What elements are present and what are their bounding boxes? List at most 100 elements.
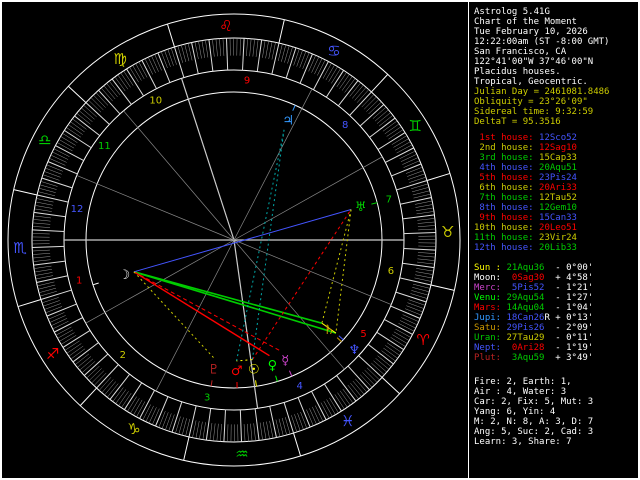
house-row: 8th house: 12Gem10 xyxy=(474,203,577,213)
aspect-line-moon-uranus xyxy=(133,208,352,273)
planet-sun-tick xyxy=(255,380,257,387)
house-number-2: 2 xyxy=(120,350,126,361)
house-number-6: 6 xyxy=(388,266,394,277)
house-cusp-2 xyxy=(85,239,235,324)
house-row: 7th house: 12Tau52 xyxy=(474,193,577,203)
stat-line: Fire: 2, Earth: 1, xyxy=(474,377,572,387)
sign-cancer-glyph: ♋ xyxy=(327,42,340,60)
house-number-7: 7 xyxy=(386,195,392,206)
header-line: DeltaT = 95.3516 xyxy=(474,117,561,127)
planet-row: Mars: 14Aqu04 - 1°04' xyxy=(474,303,594,313)
house-cusp-8 xyxy=(233,156,383,241)
house-row: 10th house: 20Leo51 xyxy=(474,223,577,233)
house-cusp-10 xyxy=(180,78,235,241)
header-line: Placidus houses. xyxy=(474,67,561,77)
house-row: 4th house: 20Aqu51 xyxy=(474,163,577,173)
planet-jupiter-tick xyxy=(292,105,296,111)
planet-sun-glyph: ☉ xyxy=(248,362,260,377)
house-cusp-3 xyxy=(155,239,235,392)
aspect-line-uranus-saturn xyxy=(321,209,352,324)
house-row: 12th house: 20Lib33 xyxy=(474,243,577,253)
house-cusp-list: 1st house: 12Sco52 2nd house: 12Sag10 3r… xyxy=(474,133,640,253)
house-row: 9th house: 15Can33 xyxy=(474,213,577,223)
header-line: San Francisco, CA xyxy=(474,47,567,57)
header-line: Tropical, Geocentric. xyxy=(474,77,588,87)
header-line: Julian Day = 2461081.8486 xyxy=(474,87,610,97)
chart-header: Astrolog 5.41G Chart of the Moment Tue Feb… xyxy=(474,7,640,127)
planet-row: Uran: 27Tau29 - 0°11' xyxy=(474,333,594,343)
chart-statistics: Fire: 2, Earth: 1, Air : 4, Water: 3 Car: … xyxy=(474,377,640,447)
planet-row: Jupi: 18Can26R + 0°13' xyxy=(474,313,594,323)
planet-mars-glyph: ♂ xyxy=(231,364,243,379)
planet-venus-tick xyxy=(275,375,278,382)
house-row: 2nd house: 12Sag10 xyxy=(474,143,577,153)
planet-moon-tick xyxy=(92,282,99,286)
sign-leo-glyph: ♌ xyxy=(219,17,232,35)
planet-row: Plut: 3Aqu59 + 3°49' xyxy=(474,353,594,363)
planet-moon-glyph: ☽ xyxy=(119,268,131,283)
house-row: 3rd house: 15Cap33 xyxy=(474,153,577,163)
planet-mercury-tick xyxy=(289,370,293,377)
planet-saturn-tick xyxy=(336,337,342,343)
planet-venus-glyph: ♀ xyxy=(268,358,278,373)
house-number-8: 8 xyxy=(342,120,348,131)
sign-scorpio-glyph: ♏ xyxy=(13,239,27,257)
header-line: Chart of the Moment xyxy=(474,17,577,27)
house-cusp-12 xyxy=(76,175,235,241)
planet-neptune-tick xyxy=(338,335,344,341)
stat-line: Car: 2, Fix: 5, Mut: 3 xyxy=(474,397,594,407)
header-line: Astrolog 5.41G xyxy=(474,7,550,17)
header-line: Tue February 10, 2026 xyxy=(474,27,588,37)
astrolog-window: ♈ ♉ ♊ ♋ ♌ ♍ ♎ ♏ ♐ ♑ ♒ ♓ 1 2 3 4 5 6 7 8 9 10 11 12 ☉ ☽ ☿ ♀ ♂ ♃ ♄ ♅ ♆ ♇ As… xyxy=(0,0,640,480)
aspect-line-moon-mercury xyxy=(133,271,282,352)
header-line: Sidereal time: 9:32:59 xyxy=(474,107,594,117)
planet-uranus-tick xyxy=(371,202,378,205)
aspect-line-mars-jupiter xyxy=(236,129,285,362)
header-line: 12:22:00am (ST -8:00 GMT) xyxy=(474,37,610,47)
sign-virgo-glyph: ♍ xyxy=(113,50,126,68)
planet-uranus-glyph: ♅ xyxy=(355,200,367,215)
planet-row: Moon: 0Sag30 + 4°58' xyxy=(474,273,594,283)
planet-pluto-glyph: ♇ xyxy=(208,362,220,377)
stat-line: Air : 4, Water: 3 xyxy=(474,387,567,397)
planet-row: Merc: 5Pis52 - 1°21' xyxy=(474,283,594,293)
stat-line: Yang: 6, Yin: 4 xyxy=(474,407,556,417)
house-row: 6th house: 20Ari33 xyxy=(474,183,577,193)
house-row: 1st house: 12Sco52 xyxy=(474,133,577,143)
house-cusp-4 xyxy=(233,239,259,409)
house-number-4: 4 xyxy=(297,381,303,392)
planet-row: Venu: 29Aqu54 - 1°27' xyxy=(474,293,594,303)
aspect-line-sun-uranus xyxy=(251,209,352,360)
sign-aries-glyph: ♈ xyxy=(416,331,429,349)
aspect-line-sun-jupiter xyxy=(251,129,285,360)
aspect-line-moon-venus xyxy=(133,271,270,357)
house-number-12: 12 xyxy=(71,204,84,215)
aspect-line-uranus-neptune xyxy=(335,209,352,334)
info-panel: Astrolog 5.41G Chart of the Moment Tue Feb… xyxy=(468,2,640,478)
planet-position-list: Sun : 21Aqu36 - 0°00' Moon: 0Sag30 + 4°58… xyxy=(474,263,640,363)
house-cusp-5 xyxy=(233,239,345,370)
planet-pluto-tick xyxy=(210,380,213,387)
house-cusp-11 xyxy=(123,110,235,241)
sign-aquarius-glyph: ♒ xyxy=(235,445,248,463)
stat-line: Ang: 5, Suc: 2, Cad: 3 xyxy=(474,427,594,437)
house-number-5: 5 xyxy=(360,329,366,340)
planet-saturn-glyph: ♄ xyxy=(323,323,335,338)
house-number-11: 11 xyxy=(98,141,111,152)
house-row: 11th house: 23Vir24 xyxy=(474,233,577,243)
planet-row: Satu: 29Pis26 - 2°09' xyxy=(474,323,594,333)
house-cusp-9 xyxy=(233,88,313,241)
planet-neptune-glyph: ♆ xyxy=(349,343,361,358)
stat-line: Learn: 3, Share: 7 xyxy=(474,437,572,447)
aspect-line-sun-mars xyxy=(236,359,253,362)
house-number-3: 3 xyxy=(204,393,210,404)
sign-gemini-glyph: ♊ xyxy=(408,117,421,135)
sign-sagittarius-glyph: ♐ xyxy=(46,345,59,363)
stat-line: M: 2, N: 8, A: 3, D: 7 xyxy=(474,417,594,427)
header-line: 122°41'00"W 37°46'00"N xyxy=(474,57,594,67)
house-number-1: 1 xyxy=(76,275,82,286)
sign-capricorn-glyph: ♑ xyxy=(127,420,140,438)
chart-wheel: ♈♉♊♋♌♍♎♏♐♑♒♓123456789101112☉☽☿♀♂♃♄♅♆♇ xyxy=(7,13,461,467)
house-cusp-6 xyxy=(233,239,392,305)
planet-row: Nept: 0Ari28 - 1°19' xyxy=(474,343,594,353)
